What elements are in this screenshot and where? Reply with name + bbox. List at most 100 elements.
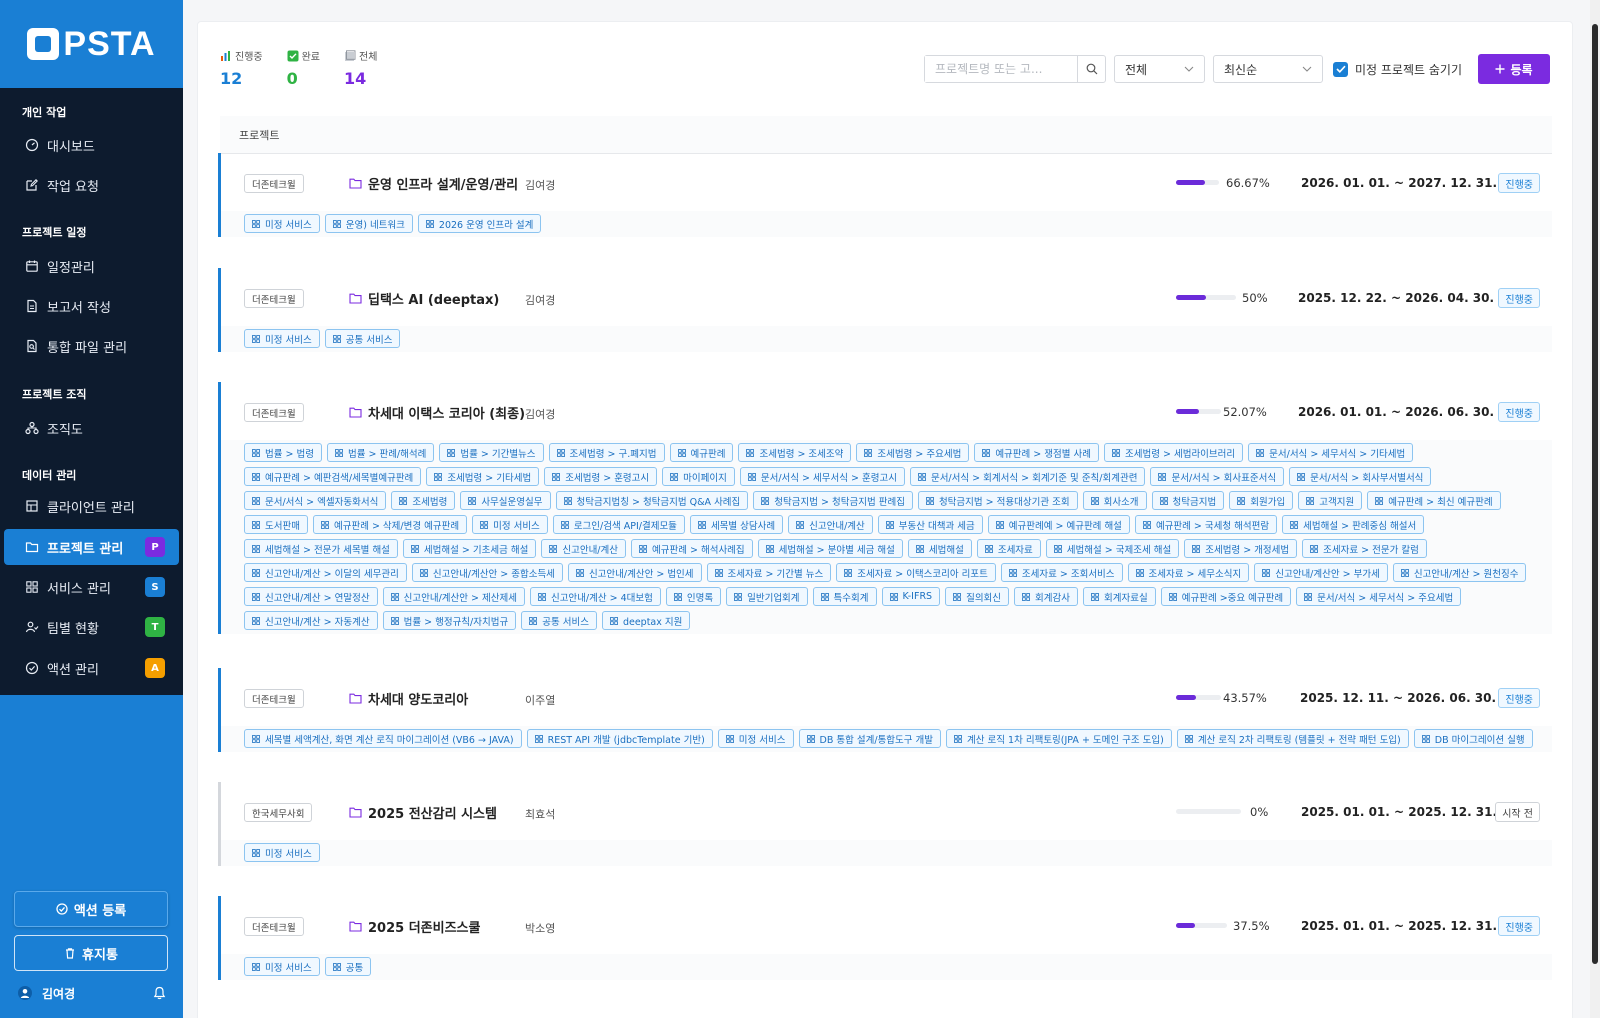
service-tag[interactable]: 문서/서식 > 세무서식 > 기타세법: [1248, 443, 1414, 462]
service-tag[interactable]: 조세법령 > 훈령고시: [544, 467, 658, 486]
service-tag[interactable]: 사무실운영실무: [460, 491, 551, 510]
project-row[interactable]: 더존테크윌 운영 인프라 설계/운영/관리 김여경 66.67% 2026. 01. 0…: [218, 153, 1552, 237]
service-tag[interactable]: 신고안내/계산 > 원천징수: [1392, 563, 1527, 582]
action-register-button[interactable]: 액션 등록: [14, 891, 168, 927]
project-summary[interactable]: 더존테크윌 차세대 양도코리아 이주열 43.57% 2025. 12. 11. ~ 2…: [221, 668, 1552, 726]
search-button[interactable]: [1077, 56, 1105, 82]
service-tag[interactable]: 예규판례 >중요 예규판례: [1160, 587, 1292, 606]
service-tag[interactable]: 운영) 네트워크: [324, 214, 413, 233]
service-tag[interactable]: 법률 > 기간별뉴스: [439, 443, 544, 462]
service-tag[interactable]: 조세법령 > 개정세법: [1184, 539, 1298, 558]
project-title-wrap[interactable]: 운영 인프라 설계/운영/관리: [349, 174, 518, 193]
service-tag[interactable]: 신고안내/계산안 > 법인세: [567, 563, 702, 582]
service-tag[interactable]: 예규판례 > 예판검색/세목별예규판례: [244, 467, 422, 486]
service-tag[interactable]: 세목별 세액계산, 화면 계산 로직 마이그레이션 (VB6 → JAVA): [244, 729, 522, 748]
service-tag[interactable]: 예규판례 > 삭제/변경 예규판례: [312, 515, 468, 534]
service-tag[interactable]: 조세자료 > 조회서비스: [1000, 563, 1123, 582]
service-tag[interactable]: 공통 서비스: [324, 329, 401, 348]
service-tag[interactable]: 예규판례예 > 예규판례 해설: [987, 515, 1130, 534]
project-summary[interactable]: 더존테크윌 딥택스 AI (deeptax) 김여경 50% 2025. 12. 22.…: [221, 268, 1552, 326]
service-tag[interactable]: 청탁금지법: [1151, 491, 1225, 510]
service-tag[interactable]: 청탁금지법칭 > 청탁금지법 Q&A 사례집: [555, 491, 749, 510]
sort-select[interactable]: 최신순: [1213, 55, 1323, 83]
project-title-wrap[interactable]: 차세대 양도코리아: [349, 689, 468, 708]
service-tag[interactable]: 예규판례 > 쟁점별 사례: [974, 443, 1099, 462]
service-tag[interactable]: 조세법령 > 세법라이브러리: [1104, 443, 1244, 462]
service-tag[interactable]: 조세자료: [976, 539, 1041, 558]
sidebar-item[interactable]: 클라이언트 관리: [4, 488, 179, 524]
status-filter-select[interactable]: 전체: [1114, 55, 1205, 83]
service-tag[interactable]: 회사소개: [1082, 491, 1147, 510]
service-tag[interactable]: 세법해설 > 국제조세 해설: [1045, 539, 1180, 558]
project-row[interactable]: 더존테크윌 차세대 양도코리아 이주열 43.57% 2025. 12. 11. ~ 2…: [218, 668, 1552, 752]
service-tag[interactable]: 신고안내/계산 > 4대보험: [529, 587, 661, 606]
service-tag[interactable]: 질의회신: [945, 587, 1010, 606]
project-summary[interactable]: 한국세무사회 2025 전산감리 시스템 최효석 0% 2025. 01. 01. ~ …: [221, 782, 1552, 840]
sidebar-item[interactable]: 프로젝트 관리 P: [4, 529, 179, 565]
service-tag[interactable]: 문서/서식 > 회사부서별서식: [1289, 467, 1432, 486]
project-title-wrap[interactable]: 차세대 이택스 코리아 (최종): [349, 403, 525, 422]
project-summary[interactable]: 더존테크윌 운영 인프라 설계/운영/관리 김여경 66.67% 2026. 01. 0…: [221, 153, 1552, 211]
project-title-wrap[interactable]: 2025 더존비즈스쿨: [349, 917, 480, 936]
service-tag[interactable]: 법률 > 행정규칙/자치법규: [382, 611, 517, 630]
logo-area[interactable]: PSTA: [0, 0, 183, 88]
service-tag[interactable]: 신고안내/계산 > 이달의 세무관리: [244, 563, 407, 582]
service-tag[interactable]: 회계자료실: [1083, 587, 1156, 606]
service-tag[interactable]: 특수회계: [812, 587, 877, 606]
trash-button[interactable]: 휴지통: [14, 935, 168, 971]
service-tag[interactable]: 신고안내/계산안 > 부가세: [1254, 563, 1388, 582]
service-tag[interactable]: 마이페이지: [662, 467, 735, 486]
service-tag[interactable]: 미정 서비스: [244, 957, 320, 976]
service-tag[interactable]: 예규판례 > 해석사례집: [631, 539, 753, 558]
service-tag[interactable]: REST API 개발 (jdbcTemplate 기반): [526, 729, 713, 748]
service-tag[interactable]: 예규판례 > 최신 예규판례: [1367, 491, 1501, 510]
service-tag[interactable]: 조세자료 > 기간별 뉴스: [706, 563, 832, 582]
project-row[interactable]: 더존테크윌 2025 더존비즈스쿨 박소영 37.5% 2025. 01. 01. ~ …: [218, 896, 1552, 980]
user-profile[interactable]: 김여경: [18, 982, 168, 1004]
service-tag[interactable]: 조세법령 > 구.폐지법: [548, 443, 665, 462]
sidebar-item[interactable]: 통합 파일 관리: [4, 328, 179, 364]
service-tag[interactable]: 예규판례 > 국세청 해석편람: [1134, 515, 1278, 534]
service-tag[interactable]: DB 통합 설계/통합도구 개발: [798, 729, 942, 748]
service-tag[interactable]: 공통: [324, 957, 372, 976]
service-tag[interactable]: 세목별 상담사례: [689, 515, 784, 534]
hide-undecided-checkbox[interactable]: [1333, 61, 1348, 77]
service-tag[interactable]: 고객지원: [1298, 491, 1363, 510]
service-tag[interactable]: 법률 > 법령: [244, 443, 322, 462]
service-tag[interactable]: 부동산 대책과 세금: [877, 515, 983, 534]
service-tag[interactable]: 세법해설: [907, 539, 972, 558]
project-summary[interactable]: 더존테크윌 차세대 이택스 코리아 (최종) 김여경 52.07% 2026. 01. …: [221, 382, 1552, 440]
service-tag[interactable]: 신고안내/계산안 > 종합소득세: [411, 563, 563, 582]
service-tag[interactable]: 신고안내/계산 > 연말정산: [244, 587, 378, 606]
service-tag[interactable]: 예규판례: [669, 443, 734, 462]
service-tag[interactable]: 문서/서식 > 회계서식 > 회계기준 및 준칙/회계관련: [909, 467, 1146, 486]
service-tag[interactable]: 문서/서식 > 회사표준서식: [1150, 467, 1285, 486]
service-tag[interactable]: 문서/서식 > 엑셀자동화서식: [244, 491, 387, 510]
service-tag[interactable]: 세법해설 > 분야별 세금 해설: [757, 539, 903, 558]
service-tag[interactable]: 문서/서식 > 세무서식 > 훈령고시: [739, 467, 905, 486]
register-button[interactable]: 등록: [1478, 54, 1550, 84]
service-tag[interactable]: 문서/서식 > 세무서식 > 주요세법: [1296, 587, 1462, 606]
sidebar-item[interactable]: 대시보드: [4, 127, 179, 163]
service-tag[interactable]: 세법해설 > 기초세금 해설: [402, 539, 537, 558]
service-tag[interactable]: 미정 서비스: [244, 843, 320, 862]
service-tag[interactable]: 공통 서비스: [521, 611, 597, 630]
service-tag[interactable]: 조세법령 > 주요세법: [856, 443, 970, 462]
bell-icon[interactable]: [153, 986, 166, 1000]
service-tag[interactable]: 청탁금지법 > 적용대상기관 조회: [917, 491, 1078, 510]
service-tag[interactable]: 계산 로직 1차 리팩토링(JPA + 도메인 구조 도입): [946, 729, 1172, 748]
service-tag[interactable]: 미정 서비스: [244, 329, 320, 348]
service-tag[interactable]: DB 마이그레이션 실행: [1413, 729, 1533, 748]
sidebar-item[interactable]: 액션 관리 A: [4, 650, 179, 686]
project-summary[interactable]: 더존테크윌 2025 더존비즈스쿨 박소영 37.5% 2025. 01. 01. ~ …: [221, 896, 1552, 954]
service-tag[interactable]: 회원가입: [1229, 491, 1294, 510]
project-row[interactable]: 한국세무사회 2025 전산감리 시스템 최효석 0% 2025. 01. 01. ~ …: [218, 782, 1552, 866]
service-tag[interactable]: 로그인/검색 API/결제모듈: [552, 515, 685, 534]
sidebar-item[interactable]: 조직도: [4, 410, 179, 446]
service-tag[interactable]: 미정 서비스: [472, 515, 548, 534]
project-row[interactable]: 더존테크윌 차세대 이택스 코리아 (최종) 김여경 52.07% 2026. 01. …: [218, 382, 1552, 634]
service-tag[interactable]: 세법해설 > 전문가 세목별 해설: [244, 539, 398, 558]
service-tag[interactable]: 조세법령: [391, 491, 456, 510]
search-input[interactable]: [925, 56, 1077, 82]
service-tag[interactable]: 조세자료 > 전문가 칼럼: [1302, 539, 1427, 558]
